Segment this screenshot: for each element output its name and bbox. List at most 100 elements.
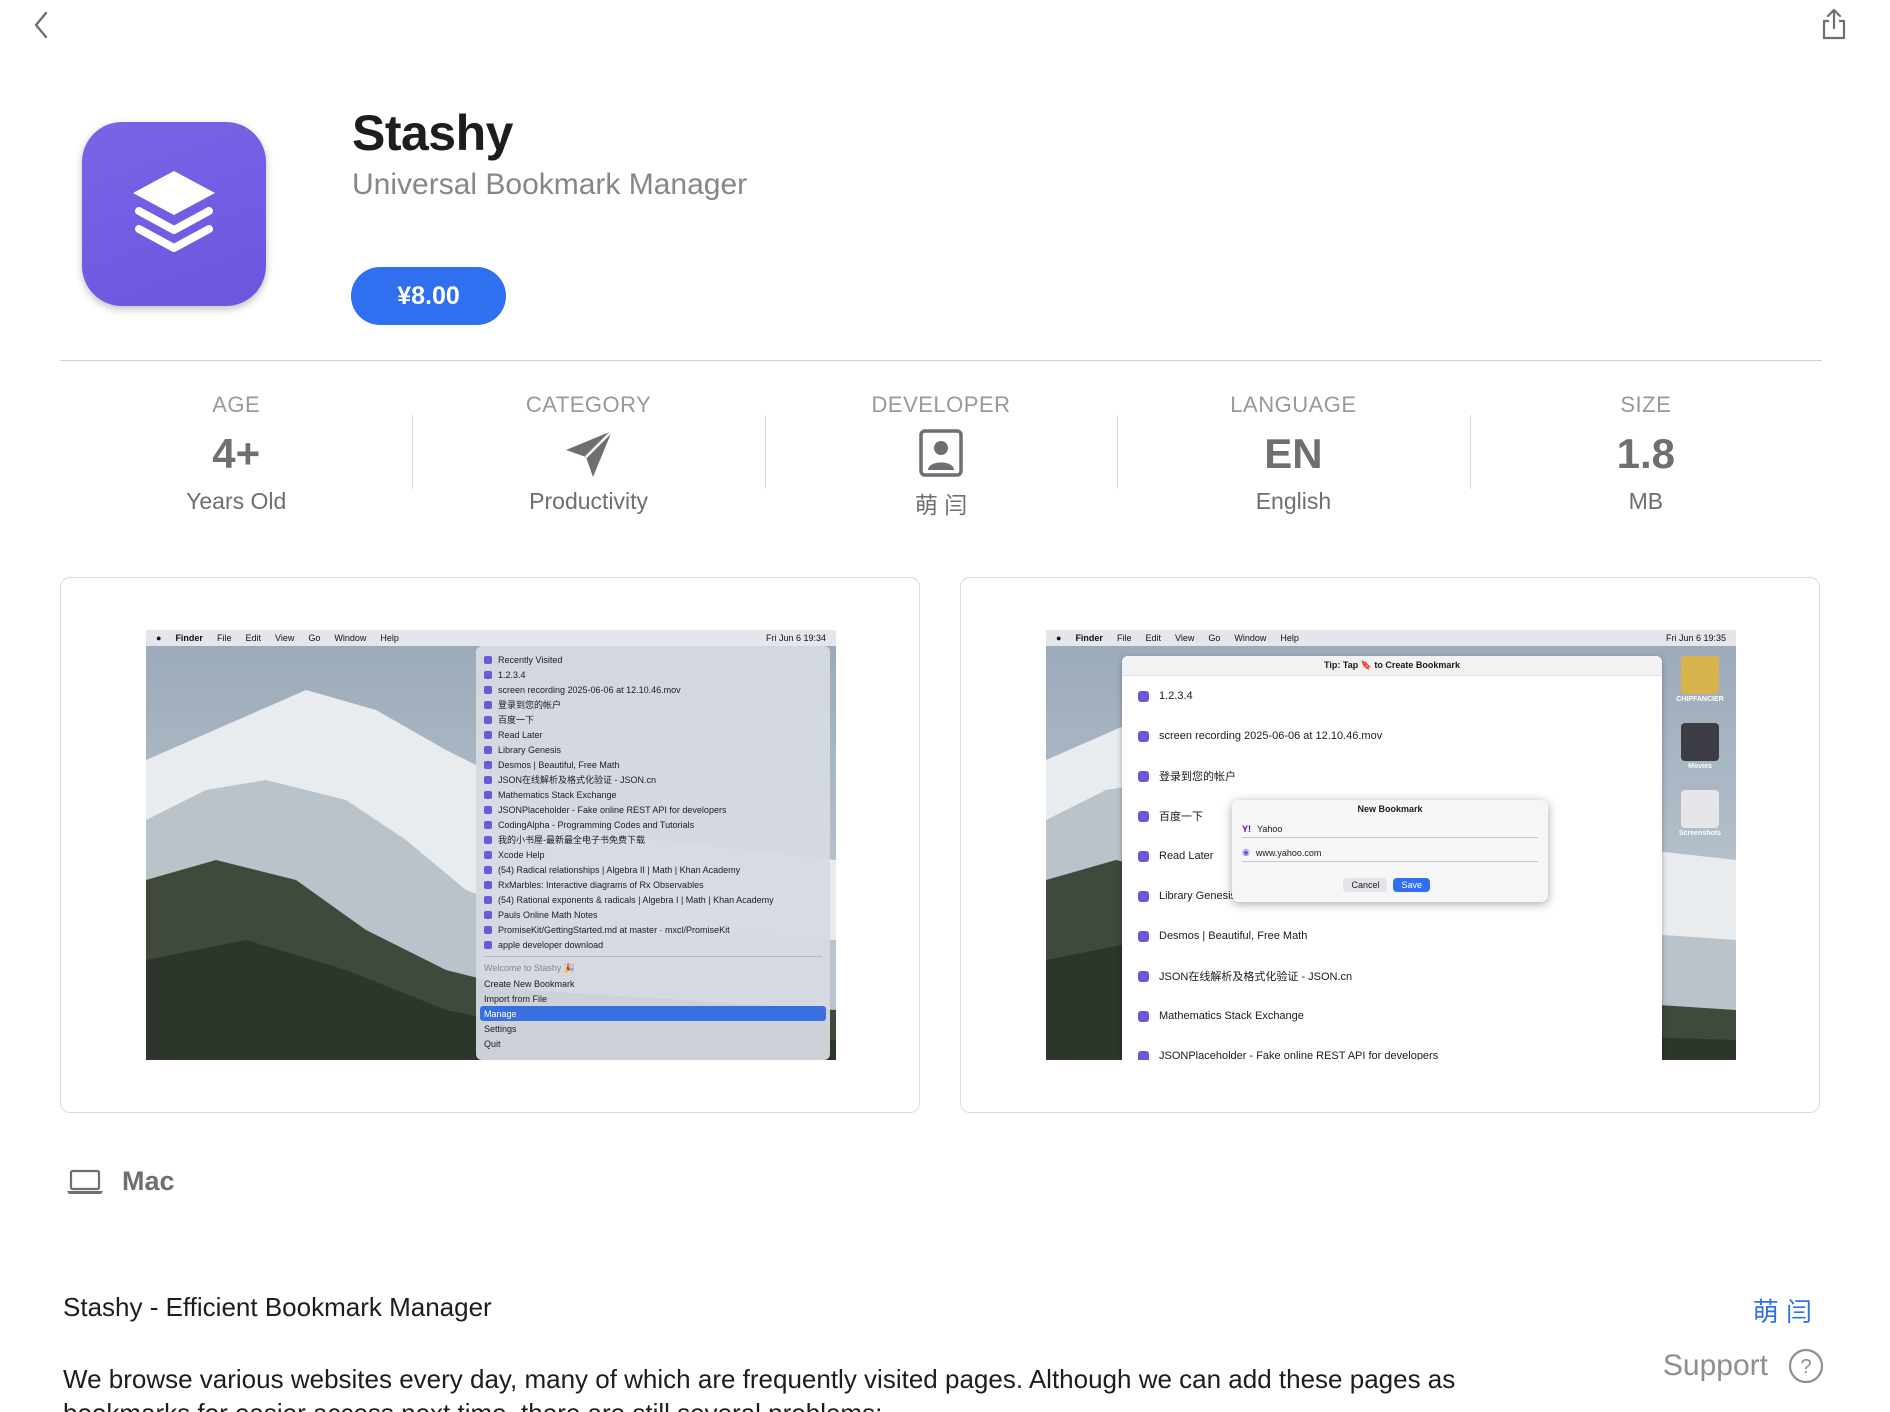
info-label: SIZE [1620, 392, 1672, 417]
person-card-icon [919, 428, 963, 477]
desktop-icons: CHIPFANCIER Movies Screenshots [1670, 656, 1730, 837]
menubar-item: Window [1234, 633, 1267, 643]
app-title: Stashy [352, 105, 513, 161]
laptop-icon [67, 1169, 103, 1194]
back-button[interactable] [26, 10, 56, 40]
menu-item: (54) Radical relationships | Algebra II … [484, 862, 822, 877]
dialog-title: New Bookmark [1357, 804, 1423, 814]
list-item: JSON在线解析及格式化验证 - JSON.cn [1122, 956, 1662, 996]
menu-item: Settings [484, 1023, 517, 1034]
menu-item: Read Later [484, 727, 822, 742]
menu-item: PromiseKit/GettingStarted.md at master ·… [484, 922, 822, 937]
menu-item: (54) Rational exponents & radicals | Alg… [484, 892, 822, 907]
drive-icon [1680, 656, 1719, 694]
menu-item: Library Genesis [484, 742, 822, 757]
info-sub: MB [1628, 488, 1664, 514]
menubar-clock: Fri Jun 6 19:35 [1665, 633, 1726, 643]
menubar-item: Edit [1145, 633, 1161, 643]
menu-item: 百度一下 [484, 712, 822, 727]
list-item: screen recording 2025-06-06 at 12.10.46.… [1122, 716, 1662, 756]
menu-item: Welcome to Stashy 🎉 [484, 963, 576, 973]
menubar-item: Edit [245, 633, 261, 643]
share-icon [1822, 8, 1846, 40]
menubar-item: Window [334, 633, 367, 643]
menubar-item: Finder [1075, 633, 1103, 643]
info-label: AGE [212, 392, 261, 417]
apple-icon: ● [1056, 633, 1062, 643]
svg-text:?: ? [1800, 1356, 1811, 1378]
menubar-item: File [216, 633, 232, 643]
info-sub: Productivity [529, 488, 649, 514]
menu-item: Import from File [484, 993, 548, 1004]
menu-item: Create New Bookmark [484, 978, 575, 989]
info-label: DEVELOPER [871, 392, 1011, 417]
menubar-item: File [1116, 633, 1132, 643]
menu-item: 登录到您的帐户 [484, 697, 822, 712]
list-item: 登录到您的帐户 [1122, 756, 1662, 796]
manage-window: Tip: Tap 🔖 to Create Bookmark 1.2.3.4 sc… [1122, 656, 1662, 1060]
dialog-url-field: ◉ www.yahoo.com [1242, 844, 1538, 862]
info-value: 1.8 [1616, 430, 1676, 477]
menubar-item: View [274, 633, 295, 643]
share-button[interactable] [1816, 6, 1852, 42]
menu-item: screen recording 2025-06-06 at 12.10.46.… [484, 682, 822, 697]
dialog-cancel-button: Cancel [1343, 878, 1388, 892]
info-label: CATEGORY [525, 392, 652, 417]
screenshot-card-2[interactable]: ● Finder File Edit View Go Window Help F… [960, 577, 1820, 1113]
mac-menubar: ● Finder File Edit View Go Window Help F… [1046, 630, 1736, 646]
menubar-item: Go [1208, 633, 1221, 643]
desktop-icon: CHIPFANCIER [1676, 656, 1724, 703]
menu-item: Desmos | Beautiful, Free Math [484, 757, 822, 772]
info-value: EN [1264, 430, 1323, 477]
info-language: LANGUAGE EN English [1117, 390, 1469, 520]
list-item: JSONPlaceholder - Fake online REST API f… [1122, 1036, 1662, 1060]
menu-item: 我的小书屋-最新最全电子书免费下载 [484, 832, 822, 847]
menu-item: Xcode Help [484, 847, 822, 862]
menu-item: apple developer download [484, 937, 822, 952]
info-sub: Years Old [186, 488, 287, 514]
description-title: Stashy - Efficient Bookmark Manager [63, 1292, 492, 1322]
menu-item: Quit [484, 1038, 501, 1049]
info-sub: 萌 闫 [914, 492, 968, 518]
menu-item: RxMarbles: Interactive diagrams of Rx Ob… [484, 877, 822, 892]
menubar-clock: Fri Jun 6 19:34 [765, 633, 826, 643]
platform-label: Mac [122, 1166, 175, 1196]
layers-icon [133, 171, 215, 252]
platform-row: Mac [66, 1166, 175, 1197]
info-value: 4+ [212, 430, 261, 477]
support-link[interactable]: Support ? [1663, 1348, 1824, 1384]
info-developer[interactable]: DEVELOPER 萌 闫 [764, 390, 1117, 520]
folder-icon [1681, 723, 1719, 761]
mac-menubar: ● Finder File Edit View Go Window Help F… [146, 630, 836, 646]
info-size: SIZE 1.8 MB [1469, 390, 1822, 520]
desktop-icon: Movies [1681, 723, 1719, 770]
folder-icon [1681, 790, 1719, 828]
menu-item: Mathematics Stack Exchange [484, 787, 822, 802]
top-bar [0, 0, 1890, 60]
developer-link[interactable]: 萌 闫 [1753, 1292, 1812, 1329]
info-row: AGE 4+ Years Old CATEGORY Productivity D… [60, 390, 1822, 520]
support-label: Support [1662, 1349, 1768, 1382]
yahoo-icon: Y! [1242, 823, 1251, 834]
stashy-menu: Recently Visited 1.2.3.4 screen recordin… [476, 646, 830, 1060]
menu-item: Recently Visited [484, 652, 822, 667]
menubar-item: Finder [175, 633, 203, 643]
price-button[interactable]: ¥8.00 [351, 267, 506, 325]
list-item: Desmos | Beautiful, Free Math [1122, 916, 1662, 956]
list-item: Mathematics Stack Exchange [1122, 996, 1662, 1036]
info-value [562, 426, 616, 482]
menu-item-selected: Manage [480, 1006, 826, 1021]
dialog-save-button: Save [1393, 878, 1430, 892]
menubar-item: Help [1280, 633, 1299, 643]
list-item: 1.2.3.4 [1122, 676, 1662, 716]
paper-plane-icon [565, 430, 613, 477]
desktop-icon: Screenshots [1679, 790, 1721, 837]
globe-icon: ◉ [1242, 847, 1250, 857]
screenshot-image-1: ● Finder File Edit View Go Window Help F… [146, 630, 836, 1060]
info-category[interactable]: CATEGORY Productivity [412, 390, 764, 520]
menu-separator [484, 956, 822, 957]
chevron-left-icon [34, 11, 48, 39]
screenshot-card-1[interactable]: ● Finder File Edit View Go Window Help F… [60, 577, 920, 1113]
menubar-item: View [1174, 633, 1195, 643]
menu-item: JSON在线解析及格式化验证 - JSON.cn [484, 772, 822, 787]
